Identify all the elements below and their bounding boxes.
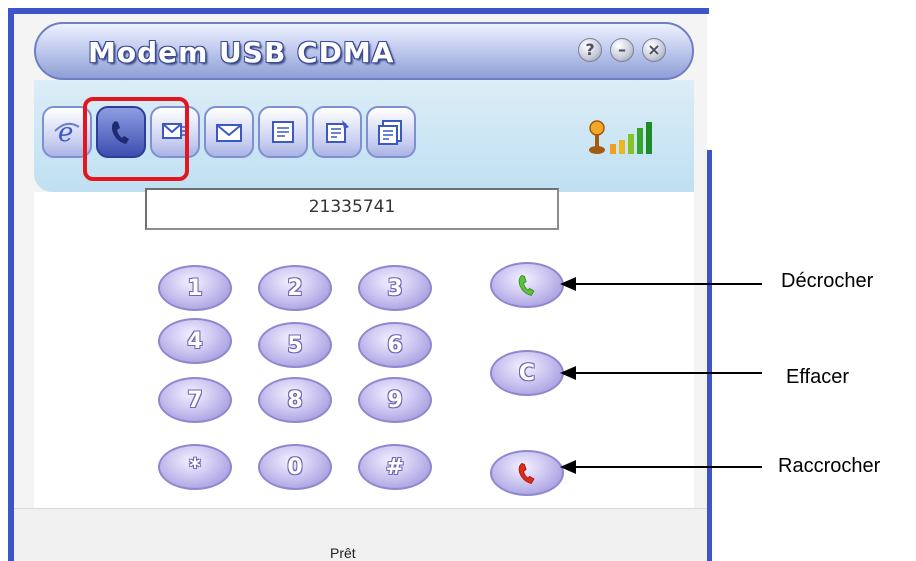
key-8[interactable]: 8 — [258, 377, 332, 423]
envelope-icon — [216, 124, 242, 142]
window-border-right — [707, 150, 712, 561]
tab-phonebook[interactable] — [258, 106, 308, 158]
title-bar[interactable]: Modem USB CDMA ? – × — [34, 22, 694, 80]
number-display[interactable]: 21335741 — [145, 188, 559, 230]
key-3[interactable]: 3 — [358, 265, 432, 311]
key-label: 1 — [187, 275, 203, 301]
tab-notes[interactable] — [312, 106, 362, 158]
signal-strength-icon — [589, 120, 652, 154]
key-label: 8 — [287, 387, 303, 413]
window-title: Modem USB CDMA — [88, 36, 395, 69]
answer-annotation: Décrocher — [781, 270, 874, 292]
key-hash[interactable]: # — [358, 444, 432, 490]
clear-arrow — [574, 372, 762, 374]
minimize-button[interactable]: – — [610, 38, 634, 62]
key-5[interactable]: 5 — [258, 322, 332, 368]
help-icon: ? — [585, 40, 595, 59]
svg-text:e: e — [58, 118, 73, 147]
key-9[interactable]: 9 — [358, 377, 432, 423]
key-0[interactable]: 0 — [258, 444, 332, 490]
help-button[interactable]: ? — [578, 38, 602, 62]
answer-arrow — [574, 283, 762, 285]
key-label: 7 — [187, 387, 203, 413]
internet-explorer-icon: e — [54, 118, 80, 147]
tab-inbox[interactable] — [204, 106, 254, 158]
key-4[interactable]: 4 — [158, 318, 232, 364]
key-1[interactable]: 1 — [158, 265, 232, 311]
answer-button[interactable] — [490, 262, 564, 308]
clear-button[interactable]: C — [490, 350, 564, 396]
clear-annotation: Effacer — [786, 366, 849, 388]
key-label: * — [189, 454, 201, 480]
hangup-arrow — [574, 466, 762, 468]
key-7[interactable]: 7 — [158, 377, 232, 423]
minimize-icon: – — [618, 40, 626, 59]
key-label: 6 — [387, 332, 403, 358]
status-text: Prêt — [330, 545, 356, 561]
key-label: 0 — [287, 454, 303, 480]
key-label: 5 — [287, 332, 303, 358]
hangup-button[interactable] — [490, 450, 564, 496]
red-handset-icon — [518, 462, 535, 484]
key-label: 9 — [387, 387, 403, 413]
tab-settings[interactable] — [366, 106, 416, 158]
key-6[interactable]: 6 — [358, 322, 432, 368]
close-button[interactable]: × — [642, 38, 666, 62]
green-handset-icon — [518, 274, 535, 296]
key-label: 2 — [287, 275, 303, 301]
hangup-annotation: Raccrocher — [778, 455, 881, 477]
active-tab-highlight — [83, 97, 189, 181]
close-icon: × — [647, 40, 661, 59]
clear-label: C — [518, 360, 536, 386]
key-label: 4 — [187, 328, 203, 354]
settings-document-icon — [378, 120, 402, 145]
key-2[interactable]: 2 — [258, 265, 332, 311]
phonebook-icon — [272, 121, 294, 143]
key-star[interactable]: * — [158, 444, 232, 490]
key-label: # — [385, 454, 405, 480]
notes-icon — [326, 120, 349, 143]
key-label: 3 — [387, 275, 403, 301]
status-bar: Prêt — [14, 508, 707, 561]
